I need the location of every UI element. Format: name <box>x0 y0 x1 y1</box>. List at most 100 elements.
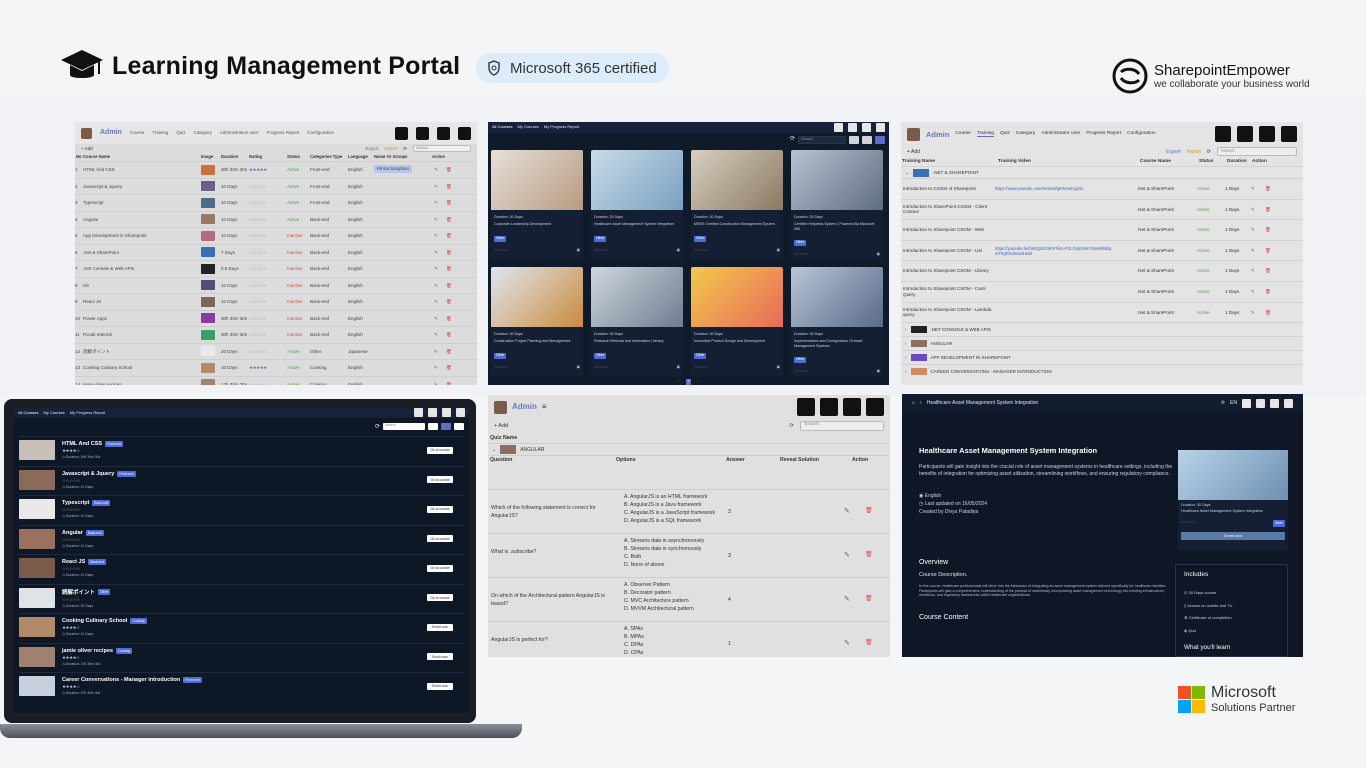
course-card[interactable]: Duration: 30 Days Construction Project Pl… <box>491 267 583 377</box>
edit-icon[interactable]: ✎ <box>844 596 850 604</box>
course-action-icon[interactable]: ▣ <box>677 248 680 252</box>
delete-icon[interactable]: 🗑 <box>446 332 456 337</box>
help-icon[interactable] <box>442 408 451 417</box>
delete-icon[interactable]: 🗑 <box>446 283 456 288</box>
edit-icon[interactable] <box>1284 398 1293 408</box>
refresh-icon[interactable]: ⟳ <box>1221 400 1225 406</box>
course-action-button[interactable]: Enroll now <box>427 653 453 660</box>
help-icon[interactable] <box>843 398 861 416</box>
course-list-item[interactable]: Career Conversations - Manager introduct… <box>19 672 465 699</box>
language-selector[interactable]: EN <box>1230 400 1237 406</box>
table-row[interactable]: 2 Javascript & Jquery 10 Days ☆☆☆☆☆ Active Fr… <box>75 177 477 195</box>
table-row[interactable]: 6 .Net & SharePoint 7 Days ☆☆☆☆☆ Inactive Bac… <box>75 243 477 261</box>
edit-icon[interactable]: ✎ <box>434 332 446 337</box>
home-icon[interactable] <box>820 398 838 416</box>
edit-icon[interactable]: ✎ <box>1251 268 1265 274</box>
chevron-right-icon[interactable]: › <box>905 369 907 374</box>
course-action-button[interactable]: Enroll now <box>427 623 453 631</box>
nav-configuration[interactable]: Configuration <box>1127 131 1156 137</box>
table-row[interactable]: Introduction to Sharepoint CSOM - Lambda… <box>901 301 1303 323</box>
edit-icon[interactable]: ✎ <box>434 233 446 238</box>
table-row[interactable]: Which of the following statement is corr… <box>488 489 890 533</box>
tab-my-courses[interactable]: My Courses <box>517 124 538 130</box>
course-list-item[interactable]: Typescript Back-end ☆☆☆☆☆ ◷ Duration: 10 Da… <box>19 495 465 522</box>
nav-progress-report[interactable]: Progress Report <box>1086 131 1121 137</box>
course-action-icon[interactable]: ▣ <box>877 369 880 373</box>
delete-icon[interactable]: 🗑 <box>446 316 456 321</box>
delete-icon[interactable]: 🗑 <box>865 640 873 647</box>
course-action-button[interactable]: Enroll now <box>427 682 453 690</box>
course-card[interactable]: Duration: 30 Days Certified Helpdesk Syst… <box>791 150 883 260</box>
nav-quiz[interactable]: Quiz <box>176 130 185 135</box>
theme-icon[interactable] <box>797 398 815 416</box>
course-action-button[interactable]: Go to course <box>427 476 453 483</box>
edit-icon[interactable]: ✎ <box>434 200 446 205</box>
nav-category[interactable]: Category <box>1016 131 1035 137</box>
edit-icon[interactable]: ✎ <box>434 250 446 255</box>
refresh-icon[interactable]: ⟳ <box>1207 149 1211 155</box>
chevron-right-icon[interactable]: › <box>905 327 907 332</box>
edit-icon[interactable]: ✎ <box>1251 310 1265 316</box>
group-row[interactable]: ⌄ .NET & SHAREPOINT <box>901 166 1303 178</box>
table-row[interactable]: Introduction to Sharepoint CSOM - Web .Ne… <box>901 219 1303 240</box>
search-input[interactable]: Search <box>383 422 425 430</box>
course-list-item[interactable]: HTML And CSS Front-end ★★★★☆ ◷ Duration: 30… <box>19 436 465 463</box>
edit-icon[interactable] <box>456 408 465 417</box>
theme-icon[interactable] <box>834 123 843 132</box>
tab-my-courses[interactable]: My Courses <box>43 410 64 415</box>
course-action-icon[interactable]: ▣ <box>577 248 580 252</box>
delete-icon[interactable]: 🗑 <box>865 552 873 559</box>
table-row[interactable]: Introduction to Sharepoint CSOM - Caml Q… <box>901 280 1303 302</box>
course-action-button[interactable]: Go to course <box>427 535 453 542</box>
nav-quiz[interactable]: Quiz <box>1000 131 1010 137</box>
delete-icon[interactable]: 🗑 <box>446 184 456 189</box>
pagination[interactable]: ‹ 1 › <box>488 379 889 385</box>
course-action-icon[interactable]: ▣ <box>677 365 680 369</box>
grid-view-icon[interactable] <box>454 422 464 430</box>
group-row[interactable]: › CAREER CONVERSATIONS - MANAGER INTRODUC… <box>901 364 1303 378</box>
edit-icon[interactable]: ✎ <box>434 283 446 288</box>
table-row[interactable]: 4 Angular 10 Days ☆☆☆☆☆ Active Back-end Englis… <box>75 210 477 228</box>
edit-icon[interactable]: ✎ <box>844 552 850 560</box>
export-button[interactable]: Export <box>365 146 378 151</box>
delete-icon[interactable]: 🗑 <box>1265 310 1275 316</box>
home-icon[interactable]: ⌂ <box>912 400 915 406</box>
nav-admin-user[interactable]: Administrator user <box>1041 131 1080 137</box>
course-action-button[interactable]: Go to course <box>427 594 453 601</box>
table-row[interactable]: 13 Cooking Culinary School 10 Days ★★★★★ Act… <box>75 359 477 376</box>
group-row[interactable]: ⌄ ANGULAR <box>488 443 890 455</box>
table-row[interactable]: Introduction to CSOM of Sharepoint https:… <box>901 178 1303 199</box>
tab-all-courses[interactable]: All Courses <box>492 124 512 130</box>
course-action-button[interactable]: Go to course <box>427 446 453 454</box>
breadcrumb[interactable]: Healthcare Asset Management System Integ… <box>927 400 1038 406</box>
edit-icon[interactable]: ✎ <box>434 217 446 222</box>
chevron-right-icon[interactable]: › <box>905 355 907 360</box>
filter-icon[interactable] <box>849 136 859 144</box>
edit-icon[interactable]: ✎ <box>434 266 446 271</box>
delete-icon[interactable]: 🗑 <box>1265 207 1275 213</box>
edit-icon[interactable]: ✎ <box>844 508 850 516</box>
search-input[interactable]: Search <box>800 421 884 431</box>
course-action-icon[interactable]: ▣ <box>877 252 880 256</box>
delete-icon[interactable]: 🗑 <box>446 167 456 172</box>
theme-icon[interactable] <box>395 126 408 140</box>
nav-training[interactable]: Training <box>152 130 168 135</box>
group-row[interactable]: › APP DEVELOPMENT IN SHAREPOINT <box>901 350 1303 364</box>
theme-icon[interactable] <box>414 408 423 417</box>
add-button[interactable]: + Add <box>494 423 508 430</box>
enroll-button[interactable]: Enroll now <box>1181 532 1285 541</box>
delete-icon[interactable]: 🗑 <box>446 349 456 354</box>
edit-icon[interactable] <box>458 126 471 140</box>
table-row[interactable]: 12 読解ポイント 20 Days ☆☆☆☆☆ Active Other Japanese ✎… <box>75 342 477 360</box>
table-row[interactable]: 7 .Net Console & Web APIs 0.5 Days ☆☆☆☆☆ Ina… <box>75 260 477 277</box>
import-button[interactable]: Import <box>384 146 397 151</box>
table-row[interactable]: Introduction to SharePoint CSOM - Client… <box>901 198 1303 220</box>
delete-icon[interactable]: 🗑 <box>446 233 456 238</box>
nav-course[interactable]: Course <box>130 130 145 135</box>
delete-icon[interactable]: 🗑 <box>1265 186 1275 192</box>
table-row[interactable]: 3 Typescript 10 Days ☆☆☆☆☆ Active Front-end En… <box>75 194 477 211</box>
import-button[interactable]: Import <box>1187 149 1201 155</box>
list-view-icon[interactable] <box>862 136 872 144</box>
delete-icon[interactable]: 🗑 <box>1265 289 1275 295</box>
table-row[interactable]: 1 HTML And CSS 30h 30m 30s ★★★★★ Active Front… <box>75 161 477 178</box>
